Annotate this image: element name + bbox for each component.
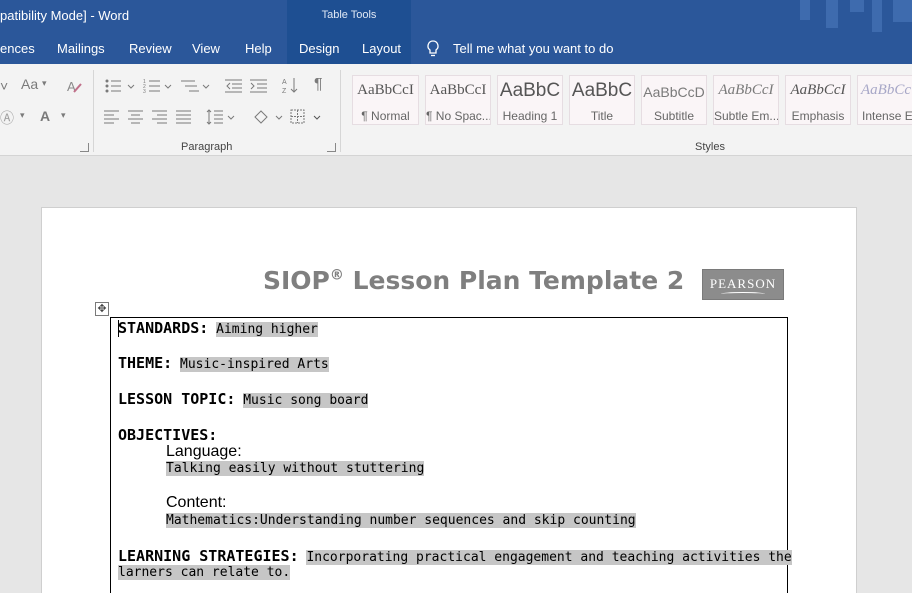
group-divider <box>340 70 341 152</box>
language-value[interactable]: Talking easily without stuttering <box>166 461 425 476</box>
chevron-down-icon[interactable]: ▾ <box>61 110 66 121</box>
style-preview: AaBbCc <box>861 82 911 98</box>
bullets-icon[interactable] <box>104 78 140 94</box>
style-preview: AaBbCcI <box>718 82 774 98</box>
align-right-icon[interactable] <box>152 110 168 124</box>
style-title[interactable]: AaBbC Title <box>569 75 635 125</box>
align-left-icon[interactable] <box>104 110 120 124</box>
lesson-topic-line: LESSON TOPIC: Music song board <box>118 390 369 408</box>
style-heading-1[interactable]: AaBbC Heading 1 <box>497 75 563 125</box>
text-effects-icon[interactable]: Ⓐ <box>0 108 14 128</box>
paragraph-dialog-launcher-icon[interactable] <box>327 143 336 152</box>
learning-strategies-value-cont[interactable]: larners can relate to. <box>118 565 291 580</box>
style-preview: AaBbCcI <box>357 82 414 98</box>
style-no-spacing[interactable]: AaBbCcI ¶ No Spac... <box>425 75 491 125</box>
decrease-indent-icon[interactable] <box>225 78 243 94</box>
chevron-down-icon[interactable]: ˅ <box>0 78 8 94</box>
shading-icon[interactable] <box>252 108 284 126</box>
tab-view[interactable]: View <box>192 41 220 56</box>
style-name: Heading 1 <box>502 109 558 123</box>
style-preview: AaBbCcD <box>643 84 705 100</box>
chevron-down-icon[interactable]: ▾ <box>42 78 47 89</box>
logo-text: PEARSON <box>709 276 777 291</box>
justify-icon[interactable] <box>176 110 192 124</box>
numbering-icon[interactable]: 1 2 3 <box>143 78 179 94</box>
theme-label: THEME: <box>118 354 173 372</box>
title-siop: SIOP <box>263 266 330 295</box>
style-name: ¶ No Spac... <box>426 109 490 123</box>
standards-value[interactable]: Aiming higher <box>216 322 318 337</box>
style-preview: AaBbC <box>571 80 633 101</box>
language-label: Language: <box>166 443 242 460</box>
clear-formatting-icon[interactable]: A <box>66 78 82 94</box>
tab-review[interactable]: Review <box>129 41 172 56</box>
title-bar-text-layer: patibility Mode] - Word <box>0 0 912 32</box>
table-move-handle-icon[interactable]: ✥ <box>95 302 109 316</box>
style-preview: AaBbCcI <box>790 82 846 98</box>
style-subtle-emphasis[interactable]: AaBbCcI Subtle Em... <box>713 75 779 125</box>
lesson-topic-label: LESSON TOPIC: <box>118 390 236 408</box>
style-subtitle[interactable]: AaBbCcD Subtitle <box>641 75 707 125</box>
font-dialog-launcher-icon[interactable] <box>80 143 89 152</box>
theme-value[interactable]: Music-inspired Arts <box>180 357 329 372</box>
increase-indent-icon[interactable] <box>250 78 268 94</box>
theme-line: THEME: Music-inspired Arts <box>118 354 329 372</box>
style-name: Subtitle <box>653 109 695 123</box>
pearson-logo: PEARSON <box>702 269 784 300</box>
standards-line: STANDARDS: Aiming higher <box>118 319 318 337</box>
style-intense-emphasis[interactable]: AaBbCc Intense E... <box>857 75 912 125</box>
objectives-label: OBJECTIVES: <box>118 426 218 444</box>
sort-icon[interactable]: AZ <box>282 76 300 94</box>
style-name: ¶ Normal <box>361 109 410 123</box>
content-label: Content: <box>166 494 227 511</box>
borders-icon[interactable] <box>290 108 322 126</box>
style-preview: AaBbC <box>499 80 561 101</box>
registered-mark: ® <box>329 267 344 284</box>
language-line: Talking easily without stuttering <box>166 461 425 476</box>
style-preview: AaBbCcI <box>429 82 487 98</box>
window-title: patibility Mode] - Word <box>0 8 130 23</box>
lightbulb-icon[interactable] <box>426 40 440 58</box>
svg-text:A: A <box>282 79 287 86</box>
standards-label: STANDARDS: <box>118 319 209 337</box>
multilevel-list-icon[interactable] <box>181 78 217 94</box>
svg-text:Z: Z <box>282 88 287 94</box>
title-rest: Lesson Plan Template 2 <box>343 266 685 295</box>
style-name: Subtle Em... <box>714 109 778 123</box>
line-spacing-icon[interactable] <box>206 108 236 126</box>
tell-me-search[interactable]: Tell me what you want to do <box>453 41 613 56</box>
style-normal[interactable]: AaBbCcI ¶ Normal <box>352 75 419 125</box>
chevron-down-icon[interactable]: ▾ <box>20 110 25 121</box>
style-name: Title <box>590 109 614 123</box>
font-color-button[interactable]: A <box>40 108 50 124</box>
learning-strategies-value[interactable]: Incorporating practical engagement and t… <box>306 550 792 565</box>
tab-help[interactable]: Help <box>245 41 272 56</box>
style-name: Emphasis <box>791 109 845 123</box>
tab-mailings[interactable]: Mailings <box>57 41 105 56</box>
content-value[interactable]: Mathematics:Understanding number sequenc… <box>166 513 636 528</box>
svg-text:3: 3 <box>143 89 146 94</box>
tab-layout[interactable]: Layout <box>362 41 401 56</box>
group-divider <box>93 70 94 152</box>
style-name: Intense E... <box>862 109 912 123</box>
style-emphasis[interactable]: AaBbCcI Emphasis <box>785 75 851 125</box>
align-center-icon[interactable] <box>128 110 144 124</box>
styles-group-label: Styles <box>695 141 725 153</box>
content-line: Mathematics:Understanding number sequenc… <box>166 513 636 528</box>
lesson-topic-value[interactable]: Music song board <box>243 393 369 408</box>
learning-strategies-label: LEARNING STRATEGIES: <box>118 547 299 565</box>
learning-strategies-line-2: larners can relate to. <box>118 565 291 580</box>
change-case-button[interactable]: Aa <box>21 76 38 92</box>
tab-references[interactable]: ences <box>0 41 35 56</box>
paragraph-group-label: Paragraph <box>181 141 233 153</box>
show-formatting-marks-button[interactable]: ¶ <box>314 76 323 94</box>
objectives-line: OBJECTIVES: <box>118 426 217 444</box>
tab-design[interactable]: Design <box>299 41 339 56</box>
document-title: SIOP® Lesson Plan Template 2 <box>263 266 684 295</box>
learning-strategies-line: LEARNING STRATEGIES: Incorporating pract… <box>118 547 792 565</box>
